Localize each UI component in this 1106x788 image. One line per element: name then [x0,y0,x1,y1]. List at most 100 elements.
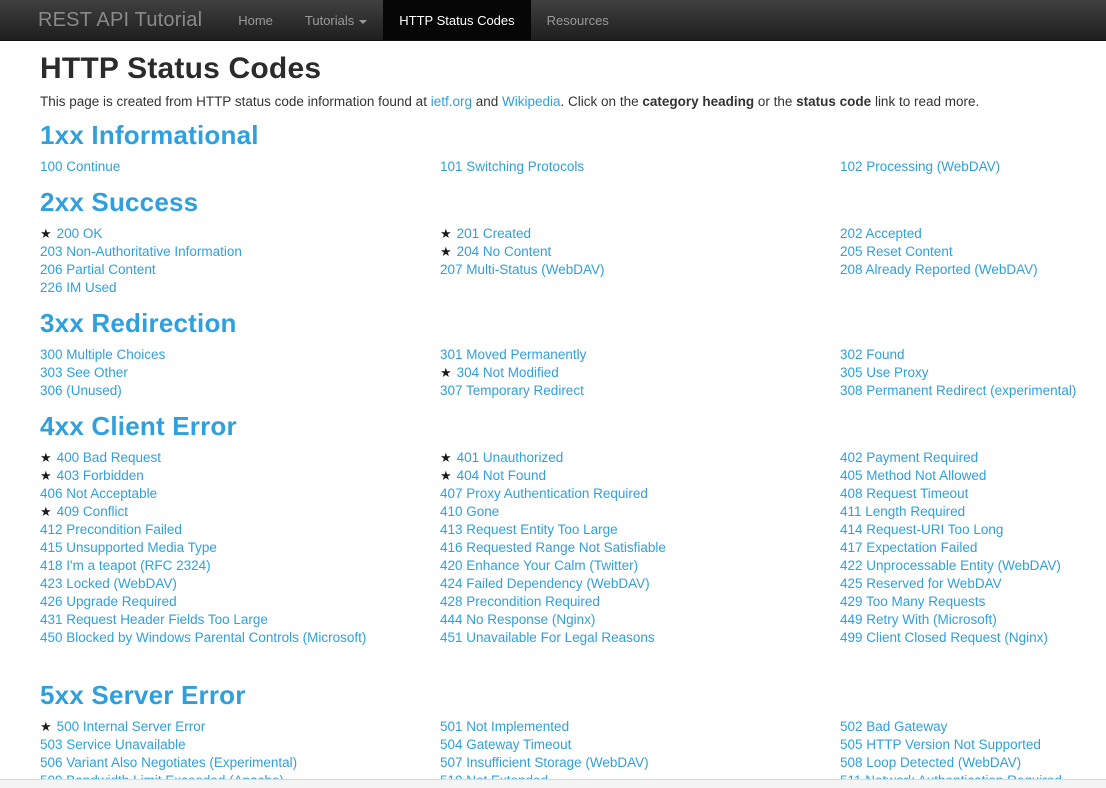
status-code-link-308[interactable]: 308 Permanent Redirect (experimental) [840,383,1076,398]
status-code-link-444[interactable]: 444 No Response (Nginx) [440,612,595,627]
category-heading-link-4xx-client-error[interactable]: 4xx Client Error [40,411,237,441]
status-code-link-503[interactable]: 503 Service Unavailable [40,737,186,752]
status-code-link-412[interactable]: 412 Precondition Failed [40,522,182,537]
status-code-item: ★409 Conflict [40,503,440,521]
status-code-link-301[interactable]: 301 Moved Permanently [440,347,586,362]
status-code-link-506[interactable]: 506 Variant Also Negotiates (Experimenta… [40,755,297,770]
status-code-link-100[interactable]: 100 Continue [40,159,120,174]
status-code-link-202[interactable]: 202 Accepted [840,226,922,241]
status-code-item: 402 Payment Required [840,449,1066,467]
status-code-link-405[interactable]: 405 Method Not Allowed [840,468,986,483]
nav-item-resources[interactable]: Resources [531,0,625,40]
status-code-link-302[interactable]: 302 Found [840,347,905,362]
status-code-link-407[interactable]: 407 Proxy Authentication Required [440,486,648,501]
status-code-link-415[interactable]: 415 Unsupported Media Type [40,540,217,555]
status-code-link-411[interactable]: 411 Length Required [840,504,965,519]
status-code-link-416[interactable]: 416 Requested Range Not Satisfiable [440,540,666,555]
status-code-item: 508 Loop Detected (WebDAV) [840,754,1066,772]
status-code-item: 101 Switching Protocols [440,158,840,176]
status-code-link-226[interactable]: 226 IM Used [40,280,117,295]
status-code-item: 504 Gateway Timeout [440,736,840,754]
status-code-link-204[interactable]: 204 No Content [457,244,552,259]
nav-item-tutorials[interactable]: Tutorials [289,0,383,40]
main-content: HTTP Status Codes This page is created f… [0,52,1106,788]
status-code-item: 415 Unsupported Media Type [40,539,440,557]
status-code-link-449[interactable]: 449 Retry With (Microsoft) [840,612,997,627]
status-code-link-402[interactable]: 402 Payment Required [840,450,978,465]
status-code-item: 502 Bad Gateway [840,718,1066,736]
status-code-link-428[interactable]: 428 Precondition Required [440,594,600,609]
category-heading-link-2xx-success[interactable]: 2xx Success [40,187,198,217]
status-code-link-404[interactable]: 404 Not Found [457,468,546,483]
status-code-item: ★400 Bad Request [40,449,440,467]
status-code-link-207[interactable]: 207 Multi-Status (WebDAV) [440,262,605,277]
status-code-link-101[interactable]: 101 Switching Protocols [440,159,584,174]
status-code-link-400[interactable]: 400 Bad Request [57,450,161,465]
status-code-item: 506 Variant Also Negotiates (Experimenta… [40,754,440,772]
status-code-link-501[interactable]: 501 Not Implemented [440,719,569,734]
section-5xx-server-error: 5xx Server Error ★ 500 Internal Server Err… [40,680,1066,788]
status-code-link-420[interactable]: 420 Enhance Your Calm (Twitter) [440,558,638,573]
status-code-item: 451 Unavailable For Legal Reasons [440,629,840,647]
status-code-link-422[interactable]: 422 Unprocessable Entity (WebDAV) [840,558,1061,573]
status-code-item: 499 Client Closed Request (Nginx) [840,629,1066,647]
category-heading-link-3xx-redirection[interactable]: 3xx Redirection [40,308,237,338]
brand-link[interactable]: REST API Tutorial [0,0,222,40]
status-code-link-306[interactable]: 306 (Unused) [40,383,122,398]
status-code-link-424[interactable]: 424 Failed Dependency (WebDAV) [440,576,650,591]
status-code-link-507[interactable]: 507 Insufficient Storage (WebDAV) [440,755,649,770]
status-code-link-305[interactable]: 305 Use Proxy [840,365,929,380]
status-code-item: 413 Request Entity Too Large [440,521,840,539]
navbar: REST API Tutorial HomeTutorialsHTTP Stat… [0,0,1106,41]
status-code-item: 412 Precondition Failed [40,521,440,539]
status-code-link-102[interactable]: 102 Processing (WebDAV) [840,159,1000,174]
status-code-link-423[interactable]: 423 Locked (WebDAV) [40,576,177,591]
status-code-link-500[interactable]: 500 Internal Server Error [57,719,206,734]
status-code-item: ★401 Unauthorized [440,449,840,467]
status-code-item: ★201 Created [440,225,840,243]
status-code-link-429[interactable]: 429 Too Many Requests [840,594,985,609]
category-heading-link-1xx-informational[interactable]: 1xx Informational [40,120,259,150]
status-code-link-426[interactable]: 426 Upgrade Required [40,594,177,609]
status-code-link-206[interactable]: 206 Partial Content [40,262,156,277]
intro-link-wikipedia[interactable]: Wikipedia [502,94,561,109]
status-code-link-508[interactable]: 508 Loop Detected (WebDAV) [840,755,1021,770]
status-code-item: ★404 Not Found [440,467,840,485]
status-code-link-499[interactable]: 499 Client Closed Request (Nginx) [840,630,1048,645]
status-code-link-450[interactable]: 450 Blocked by Windows Parental Controls… [40,630,366,645]
status-code-link-203[interactable]: 203 Non-Authoritative Information [40,244,242,259]
status-code-link-401[interactable]: 401 Unauthorized [457,450,564,465]
status-code-link-505[interactable]: 505 HTTP Version Not Supported [840,737,1041,752]
status-code-link-403[interactable]: 403 Forbidden [57,468,144,483]
status-code-link-303[interactable]: 303 See Other [40,365,128,380]
top10-star-icon: ★ [40,719,52,734]
status-code-link-406[interactable]: 406 Not Acceptable [40,486,157,501]
status-code-link-425[interactable]: 425 Reserved for WebDAV [840,576,1002,591]
status-code-link-451[interactable]: 451 Unavailable For Legal Reasons [440,630,655,645]
status-code-link-408[interactable]: 408 Request Timeout [840,486,968,501]
status-code-link-208[interactable]: 208 Already Reported (WebDAV) [840,262,1038,277]
status-code-link-502[interactable]: 502 Bad Gateway [840,719,947,734]
status-code-link-413[interactable]: 413 Request Entity Too Large [440,522,618,537]
status-code-link-307[interactable]: 307 Temporary Redirect [440,383,584,398]
status-code-link-431[interactable]: 431 Request Header Fields Too Large [40,612,268,627]
status-code-link-201[interactable]: 201 Created [457,226,531,241]
intro-link-ietf-org[interactable]: ietf.org [431,94,472,109]
section-columns: ★ 500 Internal Server Error 503 Service Un… [40,718,1066,788]
status-code-link-300[interactable]: 300 Multiple Choices [40,347,165,362]
nav-item-home[interactable]: Home [222,0,289,40]
status-code-link-414[interactable]: 414 Request-URI Too Long [840,522,1003,537]
status-code-column-3: 302 Found 305 Use Proxy 308 Permanent Redi… [840,346,1076,400]
status-code-link-410[interactable]: 410 Gone [440,504,499,519]
status-code-link-200[interactable]: 200 OK [57,226,103,241]
status-code-link-418[interactable]: 418 I'm a teapot (RFC 2324) [40,558,211,573]
status-code-link-304[interactable]: 304 Not Modified [457,365,559,380]
category-heading-link-5xx-server-error[interactable]: 5xx Server Error [40,680,246,710]
status-code-link-504[interactable]: 504 Gateway Timeout [440,737,571,752]
status-code-link-417[interactable]: 417 Expectation Failed [840,540,977,555]
status-code-item: 418 I'm a teapot (RFC 2324) [40,557,440,575]
status-code-link-409[interactable]: 409 Conflict [57,504,128,519]
status-code-link-205[interactable]: 205 Reset Content [840,244,953,259]
nav-item-http-status-codes[interactable]: HTTP Status Codes [383,0,530,40]
status-code-item: 100 Continue [40,158,440,176]
